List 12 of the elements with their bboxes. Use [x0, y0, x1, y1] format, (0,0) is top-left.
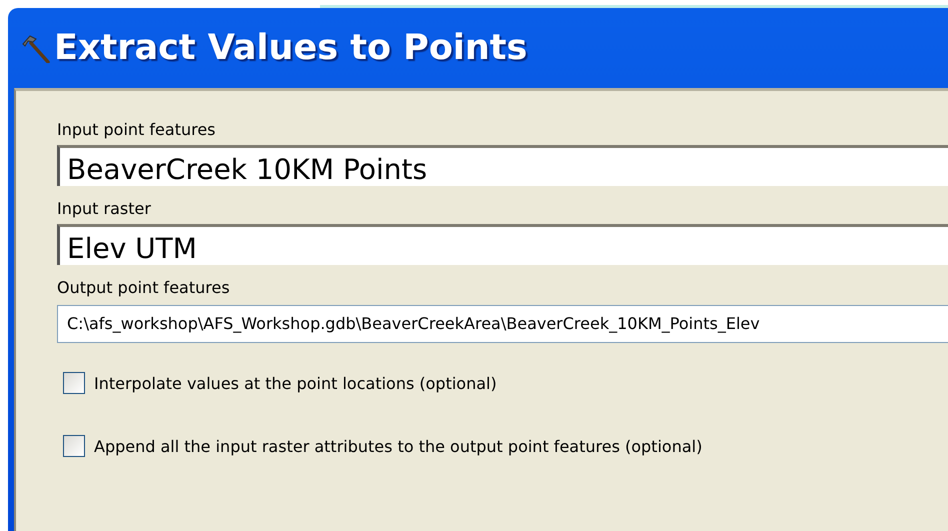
checkbox-label: Interpolate values at the point locations (optional) — [94, 374, 497, 392]
text-field[interactable]: BeaverCreek 10KM Points — [57, 145, 948, 186]
field-label: Input point features — [57, 119, 217, 141]
text-field[interactable]: Elev UTM — [57, 224, 948, 265]
checkbox-label: Append all the input raster attributes to the output point features (optional) — [94, 436, 702, 456]
field-label: Output point features — [57, 277, 231, 299]
hammer-icon — [22, 33, 50, 63]
field-label: Input raster — [57, 198, 152, 220]
checkbox[interactable] — [63, 372, 85, 394]
text-field[interactable]: C:\afs_workshop\AFS_Workshop.gdb\BeaverCreekArea\BeaverCreek_10KM_Points_Elev — [57, 305, 948, 343]
window-title: Extract Values to Points — [54, 28, 528, 68]
checkbox[interactable] — [63, 435, 85, 457]
